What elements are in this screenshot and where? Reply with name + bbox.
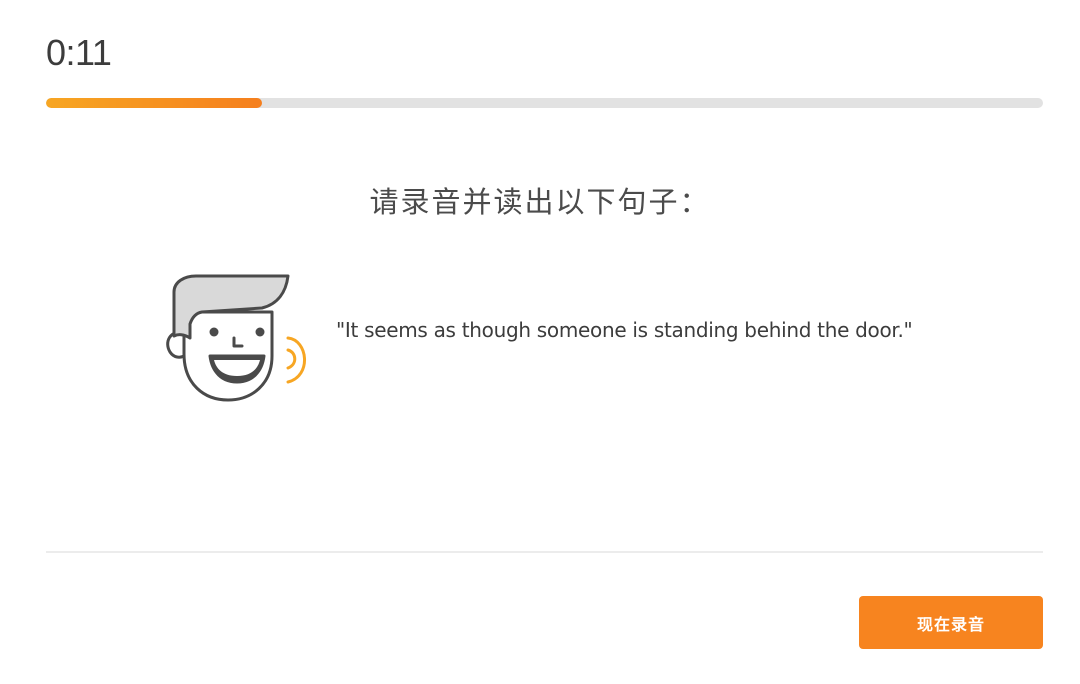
record-now-button[interactable]: 现在录音 bbox=[859, 596, 1043, 649]
footer-divider bbox=[46, 551, 1043, 553]
progress-fill bbox=[46, 98, 263, 108]
timer: 0:11 bbox=[46, 32, 112, 73]
speaking-face-icon bbox=[162, 272, 322, 406]
speaking-challenge-page: 0:11 请录音并读出以下句子： "It seems as though som… bbox=[0, 0, 1080, 684]
prompt-heading: 请录音并读出以下句子： bbox=[369, 185, 711, 219]
sentence-text: "It seems as though someone is standing … bbox=[336, 318, 913, 342]
progress-bar bbox=[46, 98, 1043, 108]
